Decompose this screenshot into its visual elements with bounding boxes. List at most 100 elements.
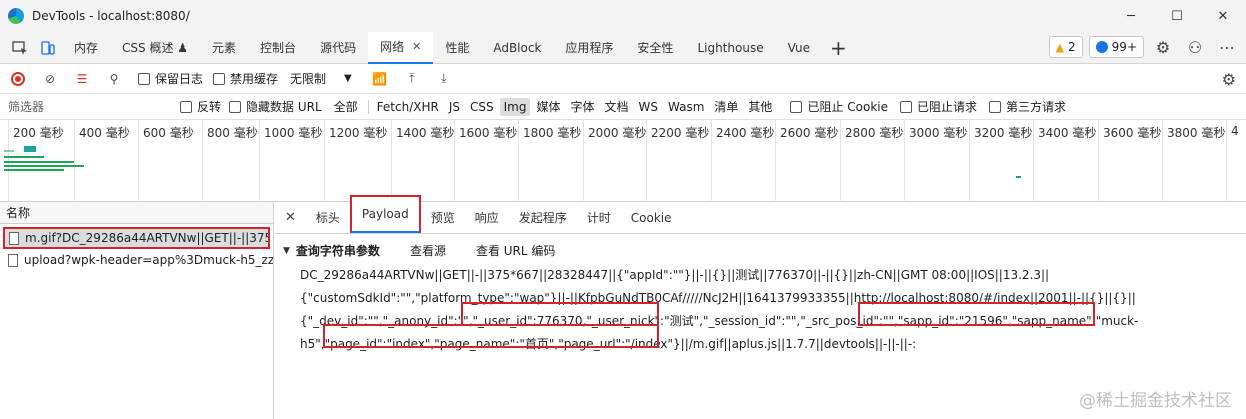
type-filter-all[interactable]: 全部 [330,96,362,117]
waterfall-bar [4,156,44,158]
third-party-checkbox[interactable]: 第三方请求 [989,98,1066,115]
type-filter-ws[interactable]: WS [635,98,662,116]
tab-headers[interactable]: 标头 [306,202,350,234]
window-title: DevTools - localhost:8080/ [32,9,190,23]
file-icon [8,253,18,267]
tab-cookies[interactable]: Cookie [621,202,682,234]
blocked-requests-checkbox[interactable]: 已阻止请求 [899,98,977,115]
payload-line: {"customSdkId":"","platform_type":"wap"}… [300,291,1136,305]
throttle-select[interactable]: 无限制 ▼ [290,70,352,87]
type-filter-other[interactable]: 其他 [744,96,776,117]
waterfall-bar [4,150,14,152]
record-icon[interactable] [4,65,32,93]
disable-cache-checkbox[interactable]: 禁用缓存 [213,70,278,87]
tab-security[interactable]: 安全性 [625,32,685,64]
blocked-cookies-checkbox[interactable]: 已阻止 Cookie [790,98,888,115]
clear-icon[interactable]: ⊘ [36,65,64,93]
timeline-tick: 3200 毫秒 [969,120,1032,202]
waterfall-bar [4,169,64,171]
timeline-tick: 1800 毫秒 [518,120,581,202]
hide-data-url-checkbox[interactable]: 隐藏数据 URL [229,98,322,115]
timeline-tick: 600 毫秒 [138,120,194,202]
issues-badge[interactable]: 99+ [1088,36,1144,58]
tab-response[interactable]: 响应 [465,202,509,234]
invert-checkbox[interactable]: 反转 [180,98,221,115]
type-filter-fetch[interactable]: Fetch/XHR [373,98,443,116]
collapse-triangle-icon[interactable]: ▼ [283,246,290,256]
add-tab-icon[interactable]: + [822,36,855,60]
device-toolbar-icon[interactable] [34,34,62,62]
warning-icon: ▲ [1055,40,1065,54]
tab-memory[interactable]: 内存 [62,32,110,64]
tab-application[interactable]: 应用程序 [553,32,625,64]
type-filter-doc[interactable]: 文档 [601,96,633,117]
timeline-tick: 1000 毫秒 [259,120,322,202]
type-filter-font[interactable]: 字体 [566,96,598,117]
timeline-tick: 4 [1226,120,1239,202]
type-filter-css[interactable]: CSS [466,98,498,116]
request-row[interactable]: m.gif?DC_29286a44ARTVNw||GET||-||375*667… [3,227,270,249]
tab-performance[interactable]: 性能 [433,32,481,64]
tab-lighthouse[interactable]: Lighthouse [685,32,775,64]
tab-adblock[interactable]: AdBlock [481,32,553,64]
view-source-link[interactable]: 查看源 [410,242,446,259]
type-filter-media[interactable]: 媒体 [532,96,564,117]
file-icon [9,231,19,245]
export-har-icon[interactable]: ⤓ [430,65,458,93]
filter-icon[interactable]: ☰ [68,65,96,93]
waterfall-bar [1016,176,1021,178]
tab-console[interactable]: 控制台 [248,32,308,64]
type-filter-wasm[interactable]: Wasm [664,98,708,116]
inspect-element-icon[interactable] [6,34,34,62]
customize-icon[interactable]: ⚇ [1182,36,1208,58]
timeline-tick: 2000 毫秒 [583,120,646,202]
request-row[interactable]: upload?wpk-header=app%3Dmuck-h5_zzd&tm [0,249,273,271]
close-tab-icon[interactable]: ✕ [412,40,421,53]
network-settings-gear-icon[interactable]: ⚙ [1222,70,1236,89]
type-filter-js[interactable]: JS [445,98,464,116]
timeline-tick: 2400 毫秒 [711,120,774,202]
column-header-name[interactable]: 名称 [0,202,273,224]
timeline-tick: 2600 毫秒 [775,120,838,202]
tab-sources[interactable]: 源代码 [308,32,368,64]
detail-tabs: ✕ 标头 Payload 预览 响应 发起程序 计时 Cookie [275,194,1246,234]
type-filter-manifest[interactable]: 清单 [710,96,742,117]
tab-vue[interactable]: Vue [776,32,822,64]
filter-input[interactable]: 筛选器 [8,98,180,115]
maximize-button[interactable]: ☐ [1154,0,1200,32]
tab-timing[interactable]: 计时 [577,202,621,234]
tab-elements[interactable]: 元素 [200,32,248,64]
timeline-tick: 1400 毫秒 [391,120,454,202]
search-icon[interactable]: ⚲ [100,65,128,93]
close-detail-icon[interactable]: ✕ [275,210,306,225]
network-conditions-icon[interactable]: 📶 [366,65,394,93]
payload-content: DC_29286a44ARTVNw||GET||-||375*667||2832… [300,264,1138,356]
tab-css-overview[interactable]: CSS 概述 ♟ [110,32,200,64]
tab-payload[interactable]: Payload [349,194,421,233]
network-toolbar: ⊘ ☰ ⚲ 保留日志 禁用缓存 无限制 ▼ 📶 ⤒ ⤓ ⚙ [0,64,1246,94]
more-menu-icon[interactable]: ⋯ [1214,36,1240,58]
query-params-section[interactable]: ▼ 查询字符串参数 查看源 查看 URL 编码 [275,234,1246,259]
view-url-encoded-link[interactable]: 查看 URL 编码 [476,242,555,259]
devtools-tabbar: 内存 CSS 概述 ♟ 元素 控制台 源代码 网络 ✕ 性能 AdBlock 应用… [0,31,1246,64]
tab-preview[interactable]: 预览 [421,202,465,234]
warnings-badge[interactable]: ▲ 2 [1048,36,1083,58]
minimize-button[interactable]: ─ [1108,0,1154,32]
timeline-tick: 800 毫秒 [202,120,258,202]
settings-gear-icon[interactable]: ⚙ [1150,36,1176,58]
preserve-log-checkbox[interactable]: 保留日志 [138,70,203,87]
payload-line: DC_29286a44ARTVNw||GET||-||375*667||2832… [300,268,1050,282]
timeline-tick: 400 毫秒 [74,120,130,202]
type-filter-img[interactable]: Img [499,97,531,116]
tab-initiator[interactable]: 发起程序 [509,202,577,234]
chevron-down-icon: ▼ [344,73,352,84]
close-window-button[interactable]: ✕ [1200,0,1246,32]
timeline-tick: 3600 毫秒 [1098,120,1161,202]
timeline-overview[interactable]: 200 毫秒 400 毫秒 600 毫秒 800 毫秒 1000 毫秒 1200… [0,120,1246,202]
tab-network[interactable]: 网络 ✕ [368,31,434,64]
watermark: @稀土掘金技术社区 [1079,391,1232,411]
edge-devtools-icon [8,8,24,24]
timeline-tick: 3800 毫秒 [1162,120,1225,202]
divider [367,99,369,114]
import-har-icon[interactable]: ⤒ [398,65,426,93]
